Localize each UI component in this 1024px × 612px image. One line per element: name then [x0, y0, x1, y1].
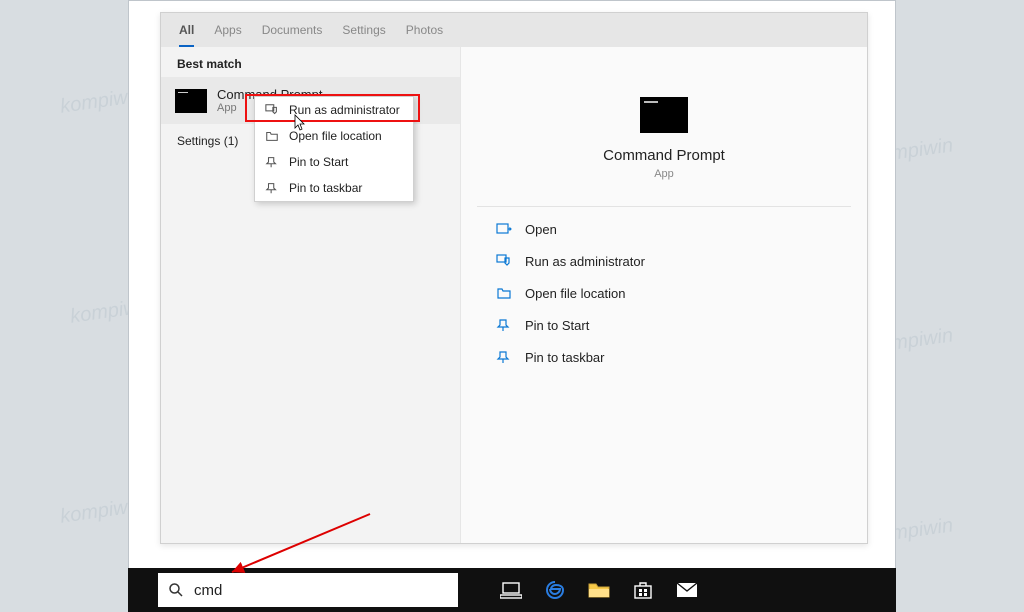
action-pin-start[interactable]: Pin to Start [495, 313, 867, 337]
ctx-pin-taskbar[interactable]: Pin to taskbar [255, 175, 413, 201]
action-open-location-label: Open file location [525, 286, 625, 301]
search-icon [168, 582, 184, 598]
preview-sub: App [654, 168, 674, 180]
taskbar-search[interactable]: cmd [158, 573, 458, 607]
preview-title: Command Prompt [603, 147, 725, 164]
start-search-panel: All Apps Documents Settings Photos Best … [160, 12, 868, 544]
shield-icon [495, 252, 513, 270]
task-view-icon[interactable] [500, 579, 522, 601]
action-pin-taskbar-label: Pin to taskbar [525, 350, 605, 365]
tab-settings[interactable]: Settings [342, 23, 385, 47]
shield-icon [265, 103, 279, 117]
ctx-run-admin[interactable]: Run as administrator [255, 97, 413, 123]
ctx-open-location-label: Open file location [289, 129, 382, 143]
preview-right-column: Command Prompt App Open Run as administr… [461, 47, 867, 543]
search-tabs: All Apps Documents Settings Photos [161, 13, 867, 47]
separator [477, 206, 851, 207]
taskbar-pinned-icons [500, 579, 698, 601]
action-open-location[interactable]: Open file location [495, 281, 867, 305]
ctx-pin-taskbar-label: Pin to taskbar [289, 181, 362, 195]
edge-icon[interactable] [544, 579, 566, 601]
file-explorer-icon[interactable] [588, 579, 610, 601]
pin-icon [495, 316, 513, 334]
tab-all[interactable]: All [179, 23, 194, 47]
ctx-open-location[interactable]: Open file location [255, 123, 413, 149]
action-pin-taskbar[interactable]: Pin to taskbar [495, 345, 867, 369]
tab-documents[interactable]: Documents [262, 23, 323, 47]
cmd-hero-icon [640, 97, 688, 133]
context-menu: Run as administrator Open file location … [254, 96, 414, 202]
ctx-run-admin-label: Run as administrator [289, 103, 400, 117]
ctx-pin-start-label: Pin to Start [289, 155, 348, 169]
pin-icon [495, 348, 513, 366]
search-input-value: cmd [194, 582, 222, 599]
action-open-label: Open [525, 222, 557, 237]
pin-icon [265, 155, 279, 169]
pin-icon [265, 181, 279, 195]
action-open[interactable]: Open [495, 217, 867, 241]
action-pin-start-label: Pin to Start [525, 318, 589, 333]
store-icon[interactable] [632, 579, 654, 601]
app-preview: Command Prompt App [461, 47, 867, 180]
cmd-thumb-icon [175, 89, 207, 113]
folder-icon [495, 284, 513, 302]
tab-apps[interactable]: Apps [214, 23, 241, 47]
mail-icon[interactable] [676, 579, 698, 601]
action-run-admin[interactable]: Run as administrator [495, 249, 867, 273]
tab-photos[interactable]: Photos [406, 23, 443, 47]
taskbar: cmd [128, 568, 896, 612]
best-match-label: Best match [161, 47, 460, 77]
preview-actions: Open Run as administrator Open file loca… [461, 217, 867, 369]
action-run-admin-label: Run as administrator [525, 254, 645, 269]
ctx-pin-start[interactable]: Pin to Start [255, 149, 413, 175]
open-icon [495, 220, 513, 238]
folder-icon [265, 129, 279, 143]
